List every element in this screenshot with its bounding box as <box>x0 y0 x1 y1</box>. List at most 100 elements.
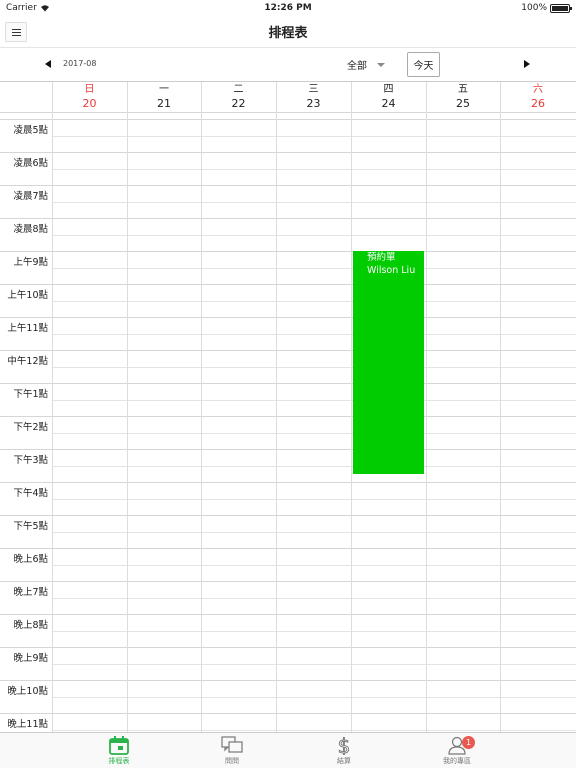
day-header[interactable]: 一 21 <box>127 82 201 112</box>
tab-label: 我的專區 <box>443 757 471 765</box>
time-slot-label: 上午11點 <box>7 323 48 334</box>
half-hour-line <box>52 399 576 401</box>
half-hour-line <box>52 663 576 665</box>
previous-week-button[interactable] <box>45 60 51 68</box>
time-slot-label: 下午1點 <box>13 389 48 400</box>
day-column-divider <box>276 82 277 732</box>
half-hour-line <box>52 696 576 698</box>
half-hour-line <box>52 498 576 500</box>
clock: 12:26 PM <box>264 3 312 13</box>
date-label: 21 <box>157 97 171 110</box>
day-header[interactable]: 六 26 <box>500 82 576 112</box>
header-divider <box>0 112 576 113</box>
time-slot-label: 晚上6點 <box>13 554 48 565</box>
hour-line <box>0 713 576 714</box>
weekday-label: 三 <box>308 84 319 95</box>
time-slot-label: 中午12點 <box>7 356 48 367</box>
time-slot-label: 下午2點 <box>13 422 48 433</box>
time-slot-label: 凌晨6點 <box>13 158 48 169</box>
hour-line <box>0 251 576 252</box>
hour-line <box>0 152 576 153</box>
half-hour-line <box>52 531 576 533</box>
time-slot-label: 凌晨7點 <box>13 191 48 202</box>
hour-line <box>0 350 576 351</box>
weekday-label: 一 <box>159 84 169 95</box>
half-hour-line <box>52 300 576 302</box>
tab-chat-bubbles[interactable]: 問問 <box>202 735 262 766</box>
day-header[interactable]: 三 23 <box>276 82 351 112</box>
hour-line <box>0 482 576 483</box>
time-slot-label: 上午10點 <box>7 290 48 301</box>
half-hour-line <box>52 168 576 170</box>
tab-label: 問問 <box>225 757 239 765</box>
half-hour-line <box>52 135 576 137</box>
half-hour-line <box>52 201 576 203</box>
chevron-down-icon <box>377 62 385 67</box>
half-hour-line <box>52 432 576 434</box>
date-label: 24 <box>381 97 396 110</box>
half-hour-line <box>52 267 576 269</box>
tab-label: 結算 <box>337 757 351 765</box>
hour-line <box>0 449 576 450</box>
appointment-event[interactable]: 預約單 Wilson Liu <box>353 251 424 474</box>
time-slot-label: 上午9點 <box>13 257 48 268</box>
time-slot-label: 下午5點 <box>13 521 48 532</box>
hour-line <box>0 284 576 285</box>
status-bar: Carrier 12:26 PM 100% <box>0 0 576 16</box>
day-header[interactable]: 四 24 <box>351 82 426 112</box>
day-column-divider <box>201 82 202 732</box>
hour-line <box>0 581 576 582</box>
time-slot-label: 下午3點 <box>13 455 48 466</box>
half-hour-line <box>52 333 576 335</box>
time-slot-label: 晚上8點 <box>13 620 48 631</box>
dollar-icon: $ <box>337 735 351 755</box>
date-label: 26 <box>531 97 545 110</box>
tab-label: 排程表 <box>108 757 130 765</box>
hour-line <box>0 647 576 648</box>
date-label: 22 <box>231 97 246 110</box>
page-title: 排程表 <box>268 26 308 41</box>
today-button[interactable]: 今天 <box>407 52 440 77</box>
tab-user[interactable]: 我的專區 1 <box>427 735 487 766</box>
tab-bar: 排程表 問問 $ 結算 我的專區 1 <box>0 732 576 768</box>
half-hour-line <box>52 729 576 731</box>
next-week-button[interactable] <box>524 60 530 68</box>
day-column-divider <box>351 82 352 732</box>
filter-dropdown[interactable]: 全部 <box>347 57 385 72</box>
time-slot-label: 晚上10點 <box>7 686 48 697</box>
menu-button[interactable] <box>5 22 27 42</box>
calendar-icon <box>109 736 129 755</box>
day-column-divider <box>426 82 427 732</box>
weekday-label: 五 <box>458 84 468 95</box>
day-header[interactable]: 日 20 <box>52 82 127 112</box>
time-slot-label: 下午4點 <box>13 488 48 499</box>
event-customer: Wilson Liu <box>367 265 416 276</box>
day-header[interactable]: 二 22 <box>201 82 276 112</box>
chat-bubbles-icon <box>221 736 243 753</box>
weekday-label: 日 <box>84 84 95 95</box>
week-calendar-grid[interactable]: 日 20 一 21 二 22 三 23 四 24 五 25 六 26 凌晨5點 凌晨6點 凌晨7點 凌晨8點 上午9… <box>0 82 576 732</box>
tab-calendar[interactable]: 排程表 <box>89 735 149 766</box>
tab-dollar[interactable]: $ 結算 <box>314 735 374 766</box>
hour-line <box>0 218 576 219</box>
time-slot-label: 晚上7點 <box>13 587 48 598</box>
hamburger-menu-icon <box>11 28 21 30</box>
battery-icon <box>550 3 572 13</box>
navigation-bar: 排程表 <box>0 16 576 48</box>
half-hour-line <box>52 234 576 236</box>
hour-line <box>0 185 576 186</box>
half-hour-line <box>52 630 576 632</box>
hour-line <box>0 680 576 681</box>
day-column-divider <box>500 82 501 732</box>
half-hour-line <box>52 465 576 467</box>
filter-value: 全部 <box>347 61 367 72</box>
date-label: 23 <box>306 97 321 110</box>
svg-text:$: $ <box>338 735 351 755</box>
weekday-label: 四 <box>383 84 394 95</box>
month-label: 2017-08 <box>63 59 97 68</box>
hour-line <box>0 119 576 120</box>
time-slot-label: 晚上9點 <box>13 653 48 664</box>
calendar-toolbar: 2017-08 全部 今天 <box>0 48 576 82</box>
day-header[interactable]: 五 25 <box>426 82 500 112</box>
day-column-divider <box>127 82 128 732</box>
